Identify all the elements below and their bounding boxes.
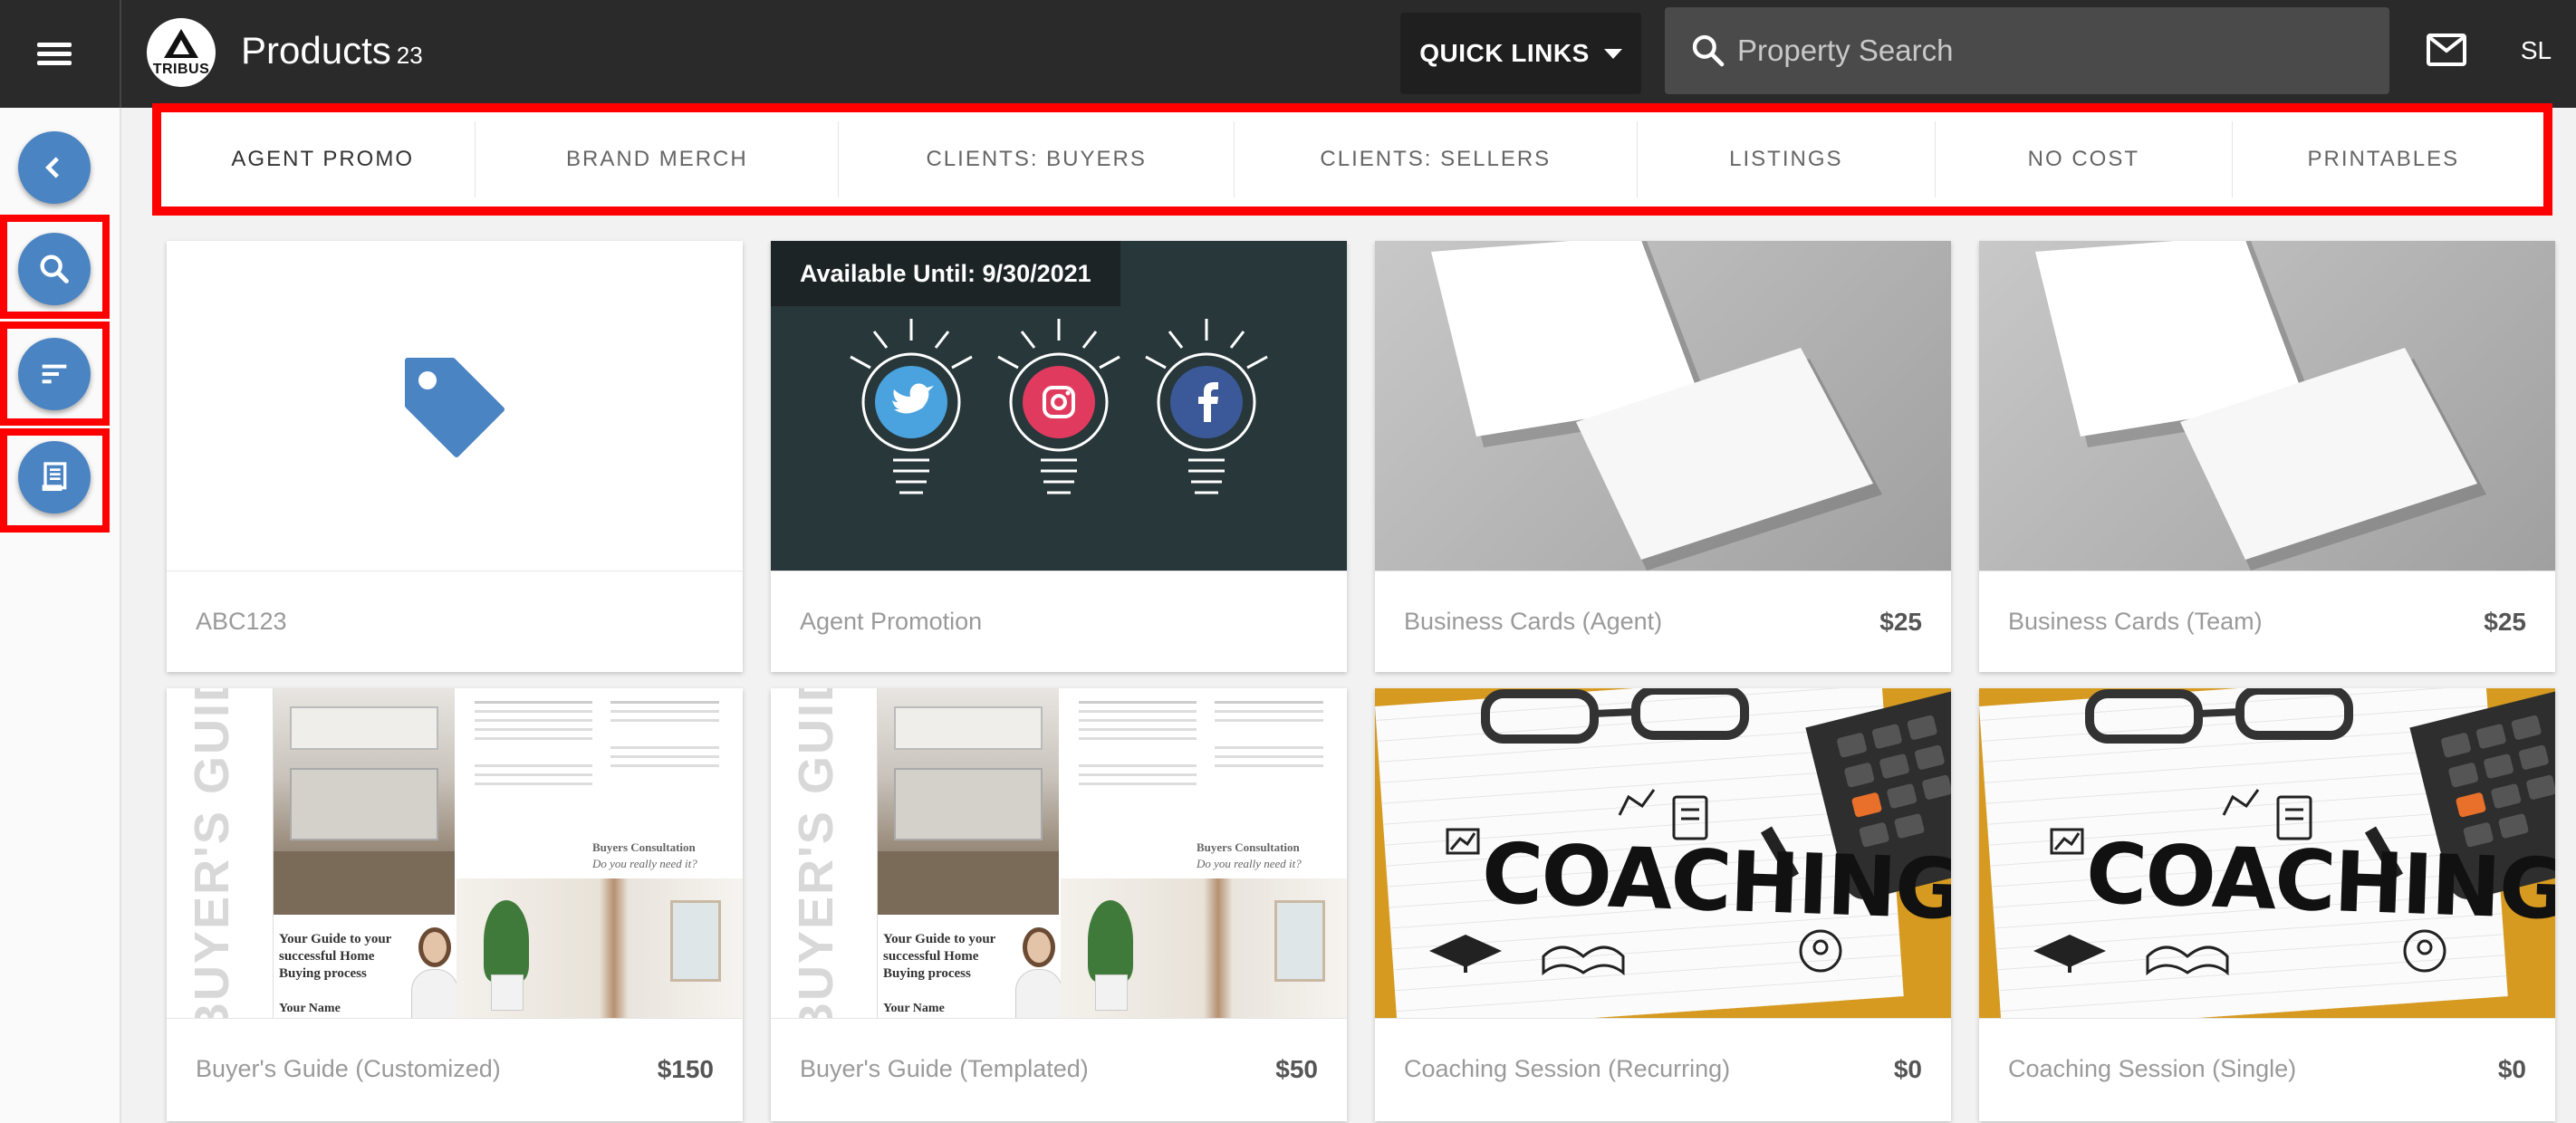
guide-text-page [1061, 688, 1347, 824]
product-name: Coaching Session (Recurring) [1404, 1055, 1731, 1082]
consultation-heading: Buyers Consultation [1197, 840, 1300, 854]
product-info: Buyer's Guide (Customized) $150 [167, 1018, 743, 1119]
coaching-lettering: COACHING [1480, 824, 1951, 939]
category-tabs-highlight: AGENT PROMO BRAND MERCH CLIENTS: BUYERS … [152, 103, 2552, 216]
product-name: ABC123 [196, 608, 287, 635]
product-price: $25 [1879, 607, 1922, 636]
guide-spine: BUYER'S GUID [771, 688, 878, 1018]
guide-name-line: Your Name [279, 1002, 341, 1015]
hamburger-menu-icon[interactable] [0, 0, 121, 108]
product-price: $150 [657, 1054, 714, 1083]
product-info: Business Cards (Agent) $25 [1375, 571, 1951, 672]
receipt-button[interactable] [18, 441, 91, 514]
category-tabs: AGENT PROMO BRAND MERCH CLIENTS: BUYERS … [170, 121, 2534, 197]
agent-portrait [411, 922, 458, 1018]
sort-icon [42, 364, 67, 384]
business-cards-image [1431, 241, 1882, 571]
product-card[interactable]: ABC123 [167, 241, 743, 672]
chevron-left-icon [45, 157, 59, 178]
product-card[interactable]: COACHING Coaching Session (Single) $0 [1979, 688, 2555, 1121]
product-info: Business Cards (Team) $25 [1979, 571, 2555, 672]
coaching-lettering: COACHING [2084, 824, 2555, 939]
tab-brand-merch[interactable]: BRAND MERCH [476, 121, 840, 197]
top-bar: TRIBUS Products23 QUICK LINKS SL [0, 0, 2576, 108]
product-card[interactable]: Business Cards (Agent) $25 [1375, 241, 1951, 672]
glasses-icon [2085, 688, 2353, 744]
collapse-button[interactable] [18, 131, 91, 204]
guide-headline: Your Guide to your successful Home Buyin… [883, 932, 996, 981]
product-thumbnail: COACHING [1375, 688, 1951, 1018]
product-name: Business Cards (Agent) [1404, 608, 1663, 635]
property-search-input[interactable] [1737, 7, 2371, 94]
page-title-text: Products [241, 29, 391, 72]
product-info: Buyer's Guide (Templated) $50 [771, 1018, 1347, 1119]
logo-text: TRIBUS [152, 62, 210, 77]
product-name: Business Cards (Team) [2008, 608, 2263, 635]
receipt-icon [42, 462, 67, 491]
mail-icon[interactable] [2426, 33, 2467, 67]
property-search-box[interactable] [1665, 7, 2389, 94]
page-title: Products 23 [241, 25, 423, 81]
user-avatar[interactable]: SL [2502, 22, 2571, 80]
product-price: $0 [1893, 1054, 1922, 1083]
product-name: Coaching Session (Single) [2008, 1055, 2297, 1082]
product-price: $25 [2484, 607, 2526, 636]
guide-headline: Your Guide to your successful Home Buyin… [279, 932, 392, 981]
agent-portrait [1015, 922, 1062, 1018]
tab-clients-buyers[interactable]: CLIENTS: BUYERS [839, 121, 1235, 197]
search-icon [40, 254, 69, 283]
tab-agent-promo[interactable]: AGENT PROMO [170, 121, 476, 197]
kitchen-photo [878, 688, 1059, 915]
consultation-script: Do you really need it? [1197, 857, 1302, 870]
guide-spine-text: BUYER'S GUID [185, 688, 239, 1018]
kitchen-photo [274, 688, 455, 915]
plant-photo [1061, 878, 1347, 1018]
product-info: Coaching Session (Single) $0 [1979, 1018, 2555, 1119]
caret-down-icon [1603, 48, 1622, 59]
guide-name-line: Your Name [883, 1002, 945, 1015]
left-action-rail [0, 108, 121, 1123]
guide-spine: BUYER'S GUID [167, 688, 274, 1018]
tab-listings[interactable]: LISTINGS [1638, 121, 1937, 197]
product-thumbnail [1375, 241, 1951, 571]
product-thumbnail [167, 241, 743, 571]
product-card[interactable]: COACHING Coaching Session (Recurring) $0 [1375, 688, 1951, 1121]
search-button[interactable] [18, 233, 91, 305]
quick-links-button[interactable]: QUICK LINKS [1400, 13, 1641, 94]
product-thumbnail: COACHING [1979, 688, 2555, 1018]
availability-badge: Available Until: 9/30/2021 [771, 241, 1120, 306]
sort-button[interactable] [18, 338, 91, 410]
product-card[interactable]: BUYER'S GUID Your Guide to your successf… [771, 688, 1347, 1121]
product-info: ABC123 [167, 571, 743, 672]
product-name: Buyer's Guide (Templated) [800, 1055, 1089, 1082]
product-thumbnail: BUYER'S GUID Your Guide to your successf… [167, 688, 743, 1018]
product-card[interactable]: Business Cards (Team) $25 [1979, 241, 2555, 672]
product-thumbnail: BUYER'S GUID Your Guide to your successf… [771, 688, 1347, 1018]
consultation-script: Do you really need it? [592, 857, 697, 870]
consultation-heading: Buyers Consultation [592, 840, 696, 854]
guide-spine-text: BUYER'S GUID [789, 688, 843, 1018]
tag-icon [405, 358, 505, 457]
product-info: Agent Promotion [771, 571, 1347, 672]
tab-clients-sellers[interactable]: CLIENTS: SELLERS [1235, 121, 1638, 197]
product-price: $0 [2497, 1054, 2526, 1083]
guide-text-page [457, 688, 743, 824]
product-name: Buyer's Guide (Customized) [196, 1055, 501, 1082]
glasses-icon [1481, 688, 1749, 744]
product-name: Agent Promotion [800, 608, 983, 635]
product-count: 23 [396, 42, 423, 69]
product-price: $50 [1275, 1054, 1318, 1083]
tab-printables[interactable]: PRINTABLES [2233, 121, 2534, 197]
quick-links-label: QUICK LINKS [1419, 39, 1590, 67]
product-thumbnail: Available Until: 9/30/2021 [771, 241, 1347, 571]
tribus-logo[interactable]: TRIBUS [147, 18, 216, 87]
plant-photo [457, 878, 743, 1018]
product-info: Coaching Session (Recurring) $0 [1375, 1018, 1951, 1119]
product-card[interactable]: Available Until: 9/30/2021 Agent Promoti… [771, 241, 1347, 672]
product-thumbnail [1979, 241, 2555, 571]
search-icon [1692, 34, 1725, 67]
business-cards-image [2035, 241, 2486, 571]
tab-no-cost[interactable]: NO COST [1936, 121, 2233, 197]
product-card[interactable]: BUYER'S GUID Your Guide to your successf… [167, 688, 743, 1121]
